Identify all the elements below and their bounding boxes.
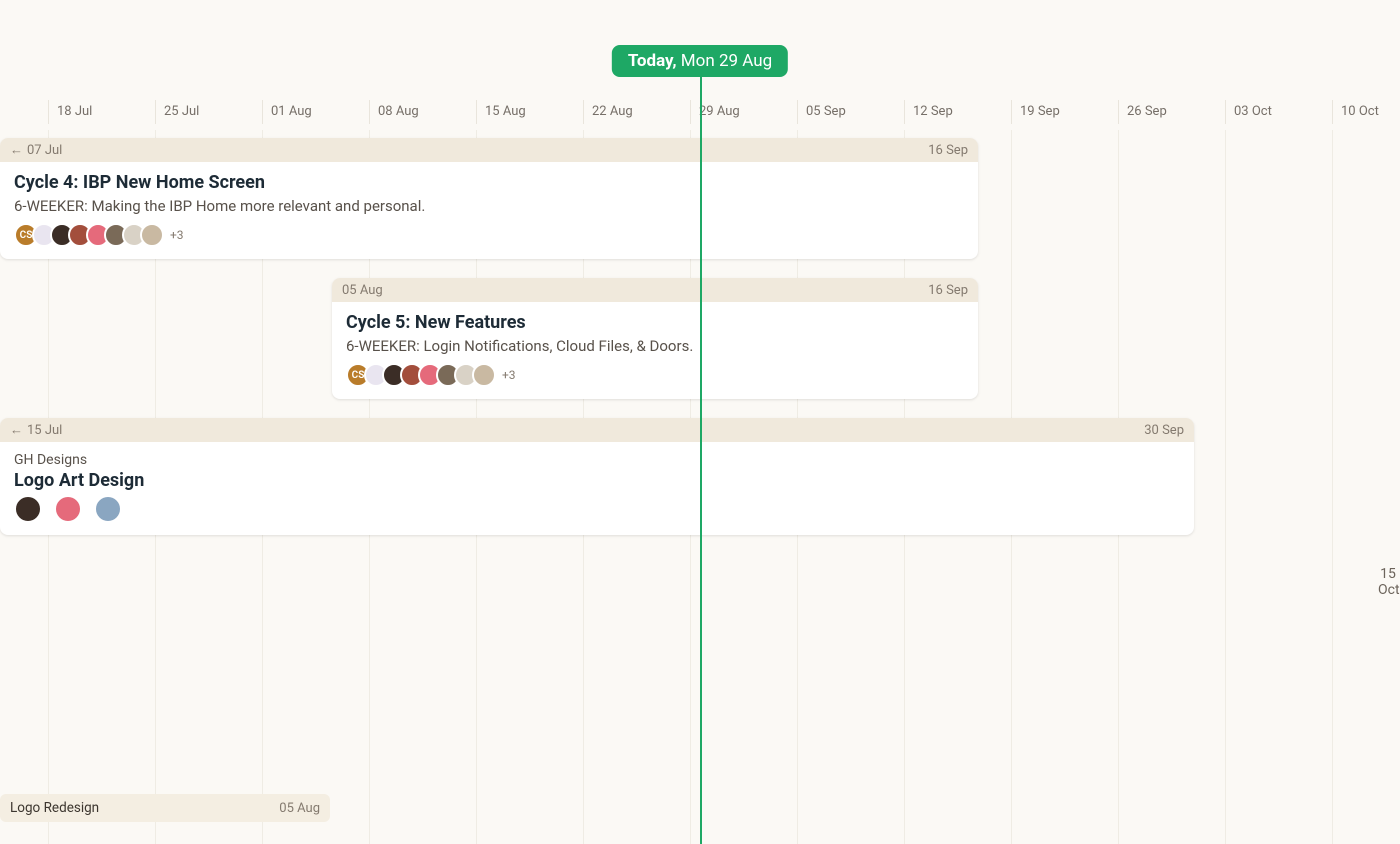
avatar[interactable]	[14, 495, 42, 523]
card-end-date: 16 Sep	[928, 143, 968, 158]
card-title: Cycle 4: IBP New Home Screen	[14, 172, 964, 193]
date-tick: 10 Oct	[1332, 100, 1400, 124]
avatar-stack: CS+3	[346, 363, 964, 387]
card-description: 6-WEEKER: Making the IBP Home more relev…	[14, 197, 964, 215]
card-title: Logo Art Design	[14, 470, 1180, 491]
date-tick: 01 Aug	[262, 100, 369, 124]
card-body: GH Designs Logo Art Design	[0, 442, 1194, 535]
gridline	[1225, 130, 1226, 844]
date-tick: 22 Aug	[583, 100, 690, 124]
card-date-bar: 15 Jul 30 Sep	[0, 418, 1194, 442]
date-tick: 15 Aug	[476, 100, 583, 124]
arrow-left-icon	[10, 142, 23, 158]
card-body: Cycle 4: IBP New Home Screen 6-WEEKER: M…	[0, 162, 978, 259]
card-date-bar: 07 Jul 16 Sep	[0, 138, 978, 162]
avatar[interactable]	[472, 363, 496, 387]
avatar[interactable]	[94, 495, 122, 523]
card-start-date: 05 Aug	[342, 283, 383, 298]
card-title: Cycle 5: New Features	[346, 312, 964, 333]
avatar-overflow-count[interactable]: +3	[170, 228, 184, 242]
avatar[interactable]	[140, 223, 164, 247]
timeline-view: Today, Mon 29 Aug 18 Jul25 Jul01 Aug08 A…	[0, 0, 1400, 844]
today-prefix: Today,	[628, 51, 677, 71]
milestone-title: Logo Redesign	[10, 800, 99, 816]
card-body: Cycle 5: New Features 6-WEEKER: Login No…	[332, 302, 978, 399]
project-card-cycle5[interactable]: 05 Aug 16 Sep Cycle 5: New Features 6-WE…	[332, 278, 978, 399]
today-badge[interactable]: Today, Mon 29 Aug	[612, 45, 788, 77]
date-tick: 29 Aug	[690, 100, 797, 124]
date-tick: 25 Jul	[155, 100, 262, 124]
today-date: Mon 29 Aug	[681, 51, 772, 71]
card-end-date: 30 Sep	[1144, 423, 1184, 438]
project-card-cycle4[interactable]: 07 Jul 16 Sep Cycle 4: IBP New Home Scre…	[0, 138, 978, 259]
avatar[interactable]	[54, 495, 82, 523]
timeline-edge-date: 15 Oct	[1378, 566, 1398, 598]
milestone-end-date: 05 Aug	[279, 801, 320, 816]
card-description: 6-WEEKER: Login Notifications, Cloud Fil…	[346, 337, 964, 355]
project-card-logoart[interactable]: 15 Jul 30 Sep GH Designs Logo Art Design	[0, 418, 1194, 535]
today-marker-line	[700, 75, 702, 844]
date-tick: 03 Oct	[1225, 100, 1332, 124]
date-tick: 05 Sep	[797, 100, 904, 124]
card-end-date: 16 Sep	[928, 283, 968, 298]
date-tick: 18 Jul	[48, 100, 155, 124]
arrow-left-icon	[10, 422, 23, 438]
date-tick: 26 Sep	[1118, 100, 1225, 124]
card-start-date: 15 Jul	[27, 423, 62, 438]
date-tick: 08 Aug	[369, 100, 476, 124]
card-date-bar: 05 Aug 16 Sep	[332, 278, 978, 302]
milestone-card-logoredesign[interactable]: Logo Redesign 05 Aug	[0, 794, 330, 822]
date-tick: 12 Sep	[904, 100, 1011, 124]
gridline	[1332, 130, 1333, 844]
avatar-overflow-count[interactable]: +3	[502, 368, 516, 382]
card-start-date: 07 Jul	[27, 143, 62, 158]
avatar-stack	[14, 495, 1180, 523]
date-tick: 19 Sep	[1011, 100, 1118, 124]
avatar-stack: CS+3	[14, 223, 964, 247]
card-subtitle: GH Designs	[14, 452, 1180, 468]
